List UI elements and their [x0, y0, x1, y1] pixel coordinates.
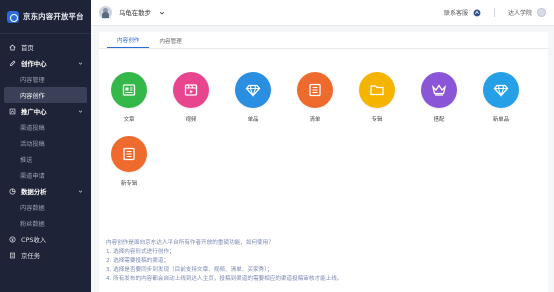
avatar[interactable] — [99, 6, 112, 19]
sidebar-item[interactable]: 首页 — [0, 39, 91, 55]
content-type-label: 文章 — [123, 117, 135, 123]
content-type-tile[interactable]: 文章 — [109, 72, 149, 123]
logo[interactable]: 京东内容开放平台 — [0, 0, 91, 34]
tab-content-create[interactable]: 内容创作 — [107, 36, 150, 48]
chevron-down-icon[interactable] — [159, 10, 165, 16]
help-line: 内容创作是面向京东达人平台所有作者开放的重磅功能，如何使用？ — [106, 240, 274, 246]
content-type-label: 视频 — [185, 117, 197, 123]
top-header: 乌龟在散步 联系客服 达人学院 — [91, 0, 554, 26]
sidebar-item-label: 数据分析 — [21, 187, 47, 196]
sidebar-subitem[interactable]: 渠道申请 — [0, 167, 91, 183]
money-icon — [9, 235, 16, 243]
article-icon[interactable] — [111, 72, 147, 108]
sidebar-item-label: 首页 — [21, 43, 34, 52]
academy-avatar-icon[interactable] — [537, 8, 546, 17]
help-line: 1. 选择内容形式进行创作； — [106, 249, 175, 255]
chevron-down-icon[interactable] — [78, 61, 83, 66]
sidebar-subitem[interactable]: 活动投稿 — [0, 135, 91, 151]
main-content: 内容创作 内容管理 文章 视频 单品 清单 专辑 搭配 新单品新专辑 内容创作是面向京东达人… — [99, 32, 548, 292]
sidebar-item-label: 创作中心 — [21, 59, 47, 68]
tab-content-manage[interactable]: 内容管理 — [149, 37, 191, 48]
content-type-label: 专辑 — [371, 117, 383, 123]
content-type-label: 单品 — [247, 117, 259, 123]
content-type-tile[interactable]: 清单 — [295, 72, 335, 123]
diamond-icon[interactable] — [235, 72, 271, 108]
help-line: 4. 所有发布的内容都会自动上线到达人主页，投稿到渠道的需要相应的渠道投稿审核才… — [106, 276, 343, 282]
sidebar-subitem[interactable]: 内容数据 — [0, 199, 91, 215]
pen-icon — [9, 60, 16, 67]
list-icon[interactable] — [111, 136, 147, 172]
content-type-tile[interactable]: 新单品 — [481, 72, 521, 123]
task-icon — [9, 252, 16, 259]
sidebar-subitem[interactable]: 内容创作 — [4, 87, 87, 103]
content-type-label: 清单 — [309, 117, 321, 123]
home-icon — [9, 44, 16, 51]
promo-icon — [9, 108, 16, 115]
logo-text: 京东内容开放平台 — [23, 12, 84, 21]
sidebar-group[interactable]: 创作中心 — [0, 55, 91, 71]
header-divider — [493, 8, 495, 17]
academy-link[interactable]: 达人学院 — [508, 8, 532, 17]
video-icon[interactable] — [173, 72, 209, 108]
chart-icon — [9, 187, 16, 195]
sidebar-item-label: 推广中心 — [21, 107, 47, 116]
logo-icon — [7, 10, 19, 23]
content-type-label: 新单品 — [492, 117, 510, 123]
account-name[interactable]: 乌龟在散步 — [119, 8, 151, 17]
sidebar-group[interactable]: 推广中心 — [0, 103, 91, 119]
sidebar-item-label: CPS收入 — [21, 235, 47, 244]
sidebar-subitem[interactable]: 内容管理 — [0, 71, 91, 87]
sidebar-nav: 首页创作中心内容管理 内容创作推广中心渠道投稿 活动投稿 推送 渠道申请数据分析内容数据… — [0, 34, 91, 263]
content-type-tile[interactable]: 单品 — [233, 72, 273, 123]
content-type-tile[interactable]: 视频 — [171, 72, 211, 123]
content-type-label: 新专辑 — [120, 181, 138, 187]
help-line: 2. 选择需要投稿的渠道； — [106, 258, 170, 264]
content-type-tile[interactable]: 专辑 — [357, 72, 397, 123]
chevron-down-icon[interactable] — [78, 189, 83, 194]
folder-icon[interactable] — [359, 72, 395, 108]
sidebar-item[interactable]: CPS收入 — [0, 231, 91, 247]
headset-icon[interactable] — [473, 9, 481, 17]
sidebar-subitem[interactable]: 推送 — [0, 151, 91, 167]
sidebar: 京东内容开放平台 首页创作中心内容管理 内容创作推广中心渠道投稿 活动投稿 推送 渠道申… — [0, 0, 91, 292]
header-actions: 联系客服 达人学院 — [444, 8, 546, 17]
content-tabs: 内容创作 内容管理 — [99, 32, 548, 49]
sidebar-group[interactable]: 数据分析 — [0, 183, 91, 199]
sidebar-subitem[interactable]: 粉丝数据 — [0, 215, 91, 231]
sidebar-item[interactable]: 京任务 — [0, 247, 91, 263]
sidebar-subitem[interactable]: 渠道投稿 — [0, 119, 91, 135]
diamond-icon[interactable] — [483, 72, 519, 108]
help-text: 内容创作是面向京东达人平台所有作者开放的重磅功能，如何使用？ 1. 选择内容形式… — [106, 239, 536, 284]
content-type-label: 搭配 — [433, 117, 445, 123]
content-type-tile[interactable]: 新专辑 — [109, 136, 149, 187]
crown-icon[interactable] — [421, 72, 457, 108]
sidebar-item-label: 京任务 — [21, 251, 41, 260]
contact-service-link[interactable]: 联系客服 — [444, 8, 468, 17]
list-icon[interactable] — [297, 72, 333, 108]
chevron-down-icon[interactable] — [78, 109, 83, 114]
content-type-tile[interactable]: 搭配 — [419, 72, 459, 123]
help-line: 3. 选择是否要同步到发现（目前支持文章、视频、清单、买家秀）； — [106, 267, 273, 273]
